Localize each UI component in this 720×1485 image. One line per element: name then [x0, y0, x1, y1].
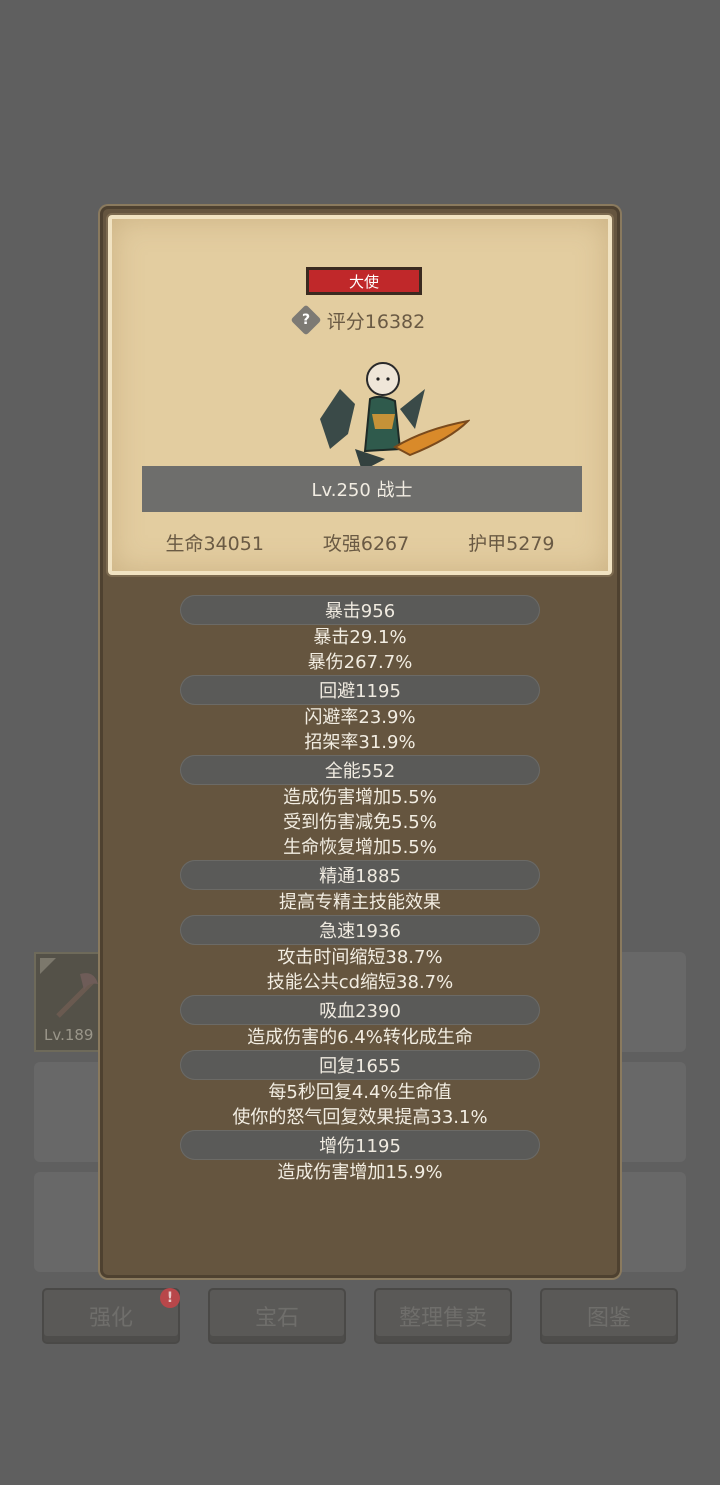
attribute-detail: 造成伤害的6.4%转化成生命: [247, 1027, 473, 1048]
attribute-detail: 暴伤267.7%: [307, 652, 413, 673]
hero-core-stats: 生命34051 攻强6267 护甲5279: [112, 529, 608, 559]
background-slot-left-3: [34, 1172, 106, 1272]
attribute-detail: 暴击29.1%: [313, 627, 407, 648]
attribute-detail: 招架率31.9%: [304, 732, 416, 753]
attribute-detail: 使你的怒气回复效果提高33.1%: [232, 1107, 488, 1128]
equipment-slot-weapon[interactable]: Lv.189: [34, 952, 106, 1052]
background-slot-right-1: [612, 952, 686, 1052]
hero-attribute-panel: 大使 ? 评分16382 Lv.250 战士 生命34051 攻强6267 护甲…: [100, 206, 620, 1278]
alert-badge-icon: !: [160, 1288, 180, 1308]
attack-stat: 攻强6267: [322, 533, 410, 555]
sort-sell-button-label: 整理售卖: [398, 1306, 487, 1331]
background-slot-left-2: [34, 1062, 106, 1162]
score-row: ? 评分16382: [112, 304, 608, 336]
attribute-title: 增伤1195: [180, 1130, 540, 1160]
attribute-detail: 闪避率23.9%: [304, 707, 416, 728]
enhance-button-label: 强化: [88, 1306, 133, 1331]
collection-button[interactable]: 图鉴: [540, 1288, 678, 1344]
armor-stat: 护甲5279: [468, 533, 555, 555]
score-text: 评分16382: [326, 310, 426, 333]
rank-badge: 大使: [306, 267, 422, 295]
attribute-title: 回复1655: [180, 1050, 540, 1080]
attribute-title: 全能552: [180, 755, 540, 785]
attribute-detail: 提高专精主技能效果: [279, 892, 441, 913]
attribute-detail: 技能公共cd缩短38.7%: [266, 972, 454, 993]
attribute-detail: 攻击时间缩短38.7%: [277, 947, 443, 968]
attribute-detail: 造成伤害增加5.5%: [283, 787, 437, 808]
background-slot-right-3: [612, 1172, 686, 1272]
background-slot-right-2: [612, 1062, 686, 1162]
hp-stat: 生命34051: [165, 533, 264, 555]
attribute-detail: 生命恢复增加5.5%: [283, 837, 437, 858]
attribute-group-regen: 回复1655 每5秒回复4.4%生命值 使你的怒气回复效果提高33.1%: [103, 1050, 617, 1130]
help-icon[interactable]: ?: [290, 304, 322, 336]
attribute-group-mastery: 精通1885 提高专精主技能效果: [103, 860, 617, 915]
attribute-list: 暴击956 暴击29.1% 暴伤267.7% 回避1195 闪避率23.9% 招…: [103, 595, 617, 1185]
attribute-group-dodge: 回避1195 闪避率23.9% 招架率31.9%: [103, 675, 617, 755]
hero-level-class-bar: Lv.250 战士: [142, 466, 582, 512]
equipment-level-label: Lv.189: [44, 1026, 94, 1044]
attribute-title: 急速1936: [180, 915, 540, 945]
attribute-detail: 受到伤害减免5.5%: [283, 812, 437, 833]
attribute-group-lifesteal: 吸血2390 造成伤害的6.4%转化成生命: [103, 995, 617, 1050]
attribute-group-crit: 暴击956 暴击29.1% 暴伤267.7%: [103, 595, 617, 675]
attribute-group-damage-boost: 增伤1195 造成伤害增加15.9%: [103, 1130, 617, 1185]
hero-header-card: 大使 ? 评分16382 Lv.250 战士 生命34051 攻强6267 护甲…: [108, 215, 612, 575]
attribute-title: 吸血2390: [180, 995, 540, 1025]
attribute-title: 精通1885: [180, 860, 540, 890]
attribute-group-haste: 急速1936 攻击时间缩短38.7% 技能公共cd缩短38.7%: [103, 915, 617, 995]
axe-icon: [40, 958, 98, 1018]
collection-button-label: 图鉴: [586, 1306, 631, 1331]
gem-button[interactable]: 宝石: [208, 1288, 346, 1344]
attribute-detail: 每5秒回复4.4%生命值: [268, 1082, 452, 1103]
attribute-title: 回避1195: [180, 675, 540, 705]
enhance-button[interactable]: 强化 !: [42, 1288, 180, 1344]
gem-button-label: 宝石: [254, 1306, 299, 1331]
attribute-detail: 造成伤害增加15.9%: [277, 1162, 443, 1183]
warrior-hero-avatar: [320, 362, 470, 471]
attribute-title: 暴击956: [180, 595, 540, 625]
sort-sell-button[interactable]: 整理售卖: [374, 1288, 512, 1344]
attribute-group-versatility: 全能552 造成伤害增加5.5% 受到伤害减免5.5% 生命恢复增加5.5%: [103, 755, 617, 860]
